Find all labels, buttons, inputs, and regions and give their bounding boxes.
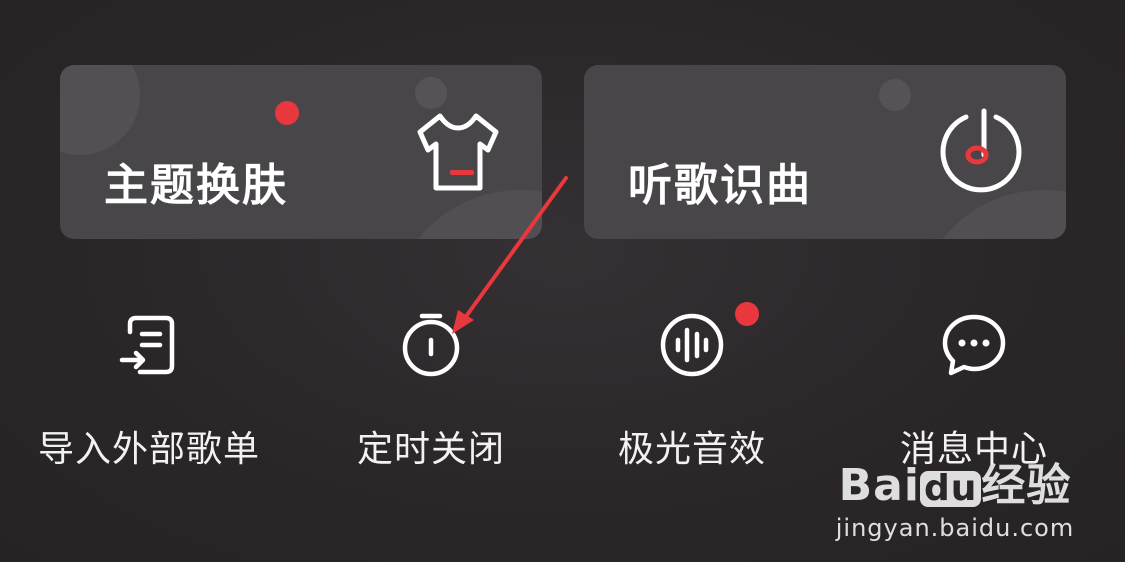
- music-recognition-icon: [936, 103, 1026, 195]
- watermark-logo-prefix: Bai: [838, 460, 920, 511]
- tshirt-icon: [412, 110, 502, 194]
- new-badge: [275, 101, 299, 125]
- chat-bubble-icon: [939, 310, 1009, 380]
- sound-effects-label: 极光音效: [617, 429, 766, 470]
- watermark-url: jingyan.baidu.com: [835, 514, 1075, 542]
- import-playlist-button[interactable]: 导入外部歌单: [19, 300, 279, 472]
- card-decoration: [879, 79, 911, 111]
- watermark-logo-du: du: [919, 471, 982, 507]
- card-decoration: [390, 190, 542, 239]
- watermark-logo: Bai du经验: [825, 464, 1085, 508]
- card-decoration: [415, 77, 447, 109]
- theme-skin-card[interactable]: 主题换肤: [60, 65, 542, 239]
- watermark-logo-suffix: 经验: [981, 460, 1072, 511]
- card-decoration: [914, 190, 1066, 239]
- message-center-button[interactable]: 消息中心: [844, 300, 1104, 472]
- sound-wave-icon: [657, 302, 759, 380]
- timer-off-button[interactable]: 定时关闭: [301, 300, 561, 472]
- import-playlist-label: 导入外部歌单: [37, 429, 260, 470]
- import-playlist-icon: [114, 310, 184, 380]
- sound-effects-button[interactable]: 极光音效: [562, 300, 822, 472]
- timer-off-label: 定时关闭: [356, 429, 505, 470]
- song-recognition-card[interactable]: 听歌识曲: [584, 65, 1066, 239]
- song-recognition-title: 听歌识曲: [628, 160, 812, 211]
- theme-skin-title: 主题换肤: [104, 160, 288, 211]
- new-badge: [735, 302, 759, 326]
- card-decoration: [60, 65, 140, 155]
- timer-icon: [396, 310, 466, 380]
- baidu-jingyan-watermark: Bai du经验 jingyan.baidu.com: [825, 464, 1085, 543]
